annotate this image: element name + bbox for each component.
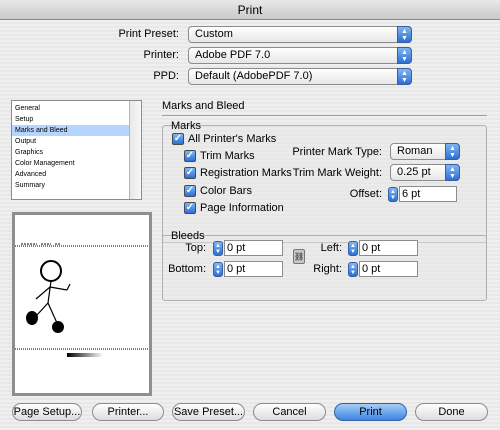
check-icon: ✓	[184, 185, 196, 197]
print-preset-label: Print Preset:	[118, 28, 179, 40]
trim-marks-label: Trim Marks	[200, 150, 255, 162]
popup-arrows-icon: ▲ ▼	[445, 164, 460, 181]
stepper-icon[interactable]: ▲ ▼	[213, 261, 223, 277]
save-preset-button[interactable]: Save Preset...	[172, 403, 245, 421]
stepper-icon[interactable]: ▲ ▼	[348, 261, 358, 277]
printer-mark-type-value: Roman	[397, 145, 433, 157]
ppd-label: PPD:	[153, 70, 179, 82]
all-printers-marks-checkbox[interactable]: ✓ All Printer's Marks	[172, 132, 276, 146]
offset-field[interactable]: 6 pt	[399, 186, 457, 202]
registration-marks-label: Registration Marks	[200, 167, 292, 179]
popup-arrows-icon: ▲ ▼	[397, 68, 412, 85]
bleed-top-field[interactable]: 0 pt	[224, 240, 283, 256]
bleed-right-field[interactable]: 0 pt	[359, 261, 418, 277]
bleed-left-label: Left:	[320, 242, 342, 254]
print-preview	[12, 212, 152, 396]
sidebar-item-color-management[interactable]: Color Management	[15, 158, 75, 169]
sidebar-item-output[interactable]: Output	[15, 136, 36, 147]
all-printers-marks-label: All Printer's Marks	[188, 133, 277, 145]
bleed-bottom-field[interactable]: 0 pt	[224, 261, 283, 277]
stepper-icon[interactable]: ▲ ▼	[388, 186, 398, 202]
ppd-value: Default (AdobePDF 7.0)	[195, 70, 313, 82]
popup-arrows-icon: ▲ ▼	[397, 26, 412, 43]
bleed-bottom-stepper[interactable]: ▲ ▼ 0 pt	[213, 261, 283, 277]
page-information-checkbox[interactable]: ✓ Page Information	[184, 201, 284, 215]
printer-mark-type-popup[interactable]: Roman ▲ ▼	[390, 143, 460, 160]
printer-value: Adobe PDF 7.0	[195, 49, 271, 61]
trim-mark-weight-value: 0.25 pt	[397, 166, 431, 178]
trim-marks-checkbox[interactable]: ✓ Trim Marks	[184, 149, 255, 163]
list-scrollbar[interactable]	[129, 101, 141, 199]
print-preset-popup[interactable]: Custom ▲ ▼	[188, 26, 412, 43]
panel-title: Marks and Bleed	[162, 100, 245, 112]
category-list[interactable]: General Setup Marks and Bleed Output Gra…	[11, 100, 142, 200]
color-bars-checkbox[interactable]: ✓ Color Bars	[184, 184, 252, 198]
page-setup-button[interactable]: Page Setup...	[12, 403, 82, 421]
window-title: Print	[0, 0, 500, 20]
trim-mark-weight-label: Trim Mark Weight:	[292, 167, 382, 179]
trim-mark-weight-popup[interactable]: 0.25 pt ▲ ▼	[390, 164, 460, 181]
marks-group-label: Marks	[171, 120, 201, 132]
bleed-top-stepper[interactable]: ▲ ▼ 0 pt	[213, 240, 283, 256]
popup-arrows-icon: ▲ ▼	[445, 143, 460, 160]
check-icon: ✓	[184, 202, 196, 214]
done-button[interactable]: Done	[415, 403, 488, 421]
check-icon: ✓	[184, 150, 196, 162]
popup-arrows-icon: ▲ ▼	[397, 47, 412, 64]
print-preset-value: Custom	[195, 28, 233, 40]
sidebar-item-graphics[interactable]: Graphics	[15, 147, 43, 158]
bleed-left-field[interactable]: 0 pt	[359, 240, 418, 256]
stepper-icon[interactable]: ▲ ▼	[213, 240, 223, 256]
printer-label: Printer:	[143, 49, 179, 61]
offset-label: Offset:	[349, 188, 382, 200]
chain-link-icon[interactable]: ⛓	[293, 249, 305, 264]
cancel-button[interactable]: Cancel	[253, 403, 326, 421]
offset-stepper[interactable]: ▲ ▼ 6 pt	[388, 186, 457, 202]
registration-marks-checkbox[interactable]: ✓ Registration Marks	[184, 166, 292, 180]
stepper-icon[interactable]: ▲ ▼	[348, 240, 358, 256]
bleed-left-stepper[interactable]: ▲ ▼ 0 pt	[348, 240, 418, 256]
printer-popup[interactable]: Adobe PDF 7.0 ▲ ▼	[188, 47, 412, 64]
bleeds-group-label: Bleeds	[171, 230, 205, 242]
sidebar-item-advanced[interactable]: Advanced	[15, 169, 46, 180]
ppd-popup[interactable]: Default (AdobePDF 7.0) ▲ ▼	[188, 68, 412, 85]
bleed-right-label: Right:	[313, 263, 342, 275]
check-icon: ✓	[184, 167, 196, 179]
page-information-label: Page Information	[200, 202, 284, 214]
bleed-right-stepper[interactable]: ▲ ▼ 0 pt	[348, 261, 418, 277]
sidebar-item-summary[interactable]: Summary	[15, 180, 45, 191]
print-dialog: Print Preset: Custom ▲ ▼ Printer: Adobe P…	[0, 20, 500, 430]
print-button[interactable]: Print	[334, 403, 407, 421]
preview-illustration	[15, 243, 149, 357]
sidebar-item-setup[interactable]: Setup	[15, 114, 33, 125]
sidebar-item-marks-and-bleed[interactable]: Marks and Bleed	[12, 125, 129, 136]
printer-mark-type-label: Printer Mark Type:	[292, 146, 382, 158]
color-bars-label: Color Bars	[200, 185, 252, 197]
bleed-top-label: Top:	[185, 242, 206, 254]
check-icon: ✓	[172, 133, 184, 145]
bleed-bottom-label: Bottom:	[168, 263, 206, 275]
panel-divider	[162, 115, 487, 116]
printer-button[interactable]: Printer...	[92, 403, 164, 421]
sidebar-item-general[interactable]: General	[15, 103, 40, 114]
